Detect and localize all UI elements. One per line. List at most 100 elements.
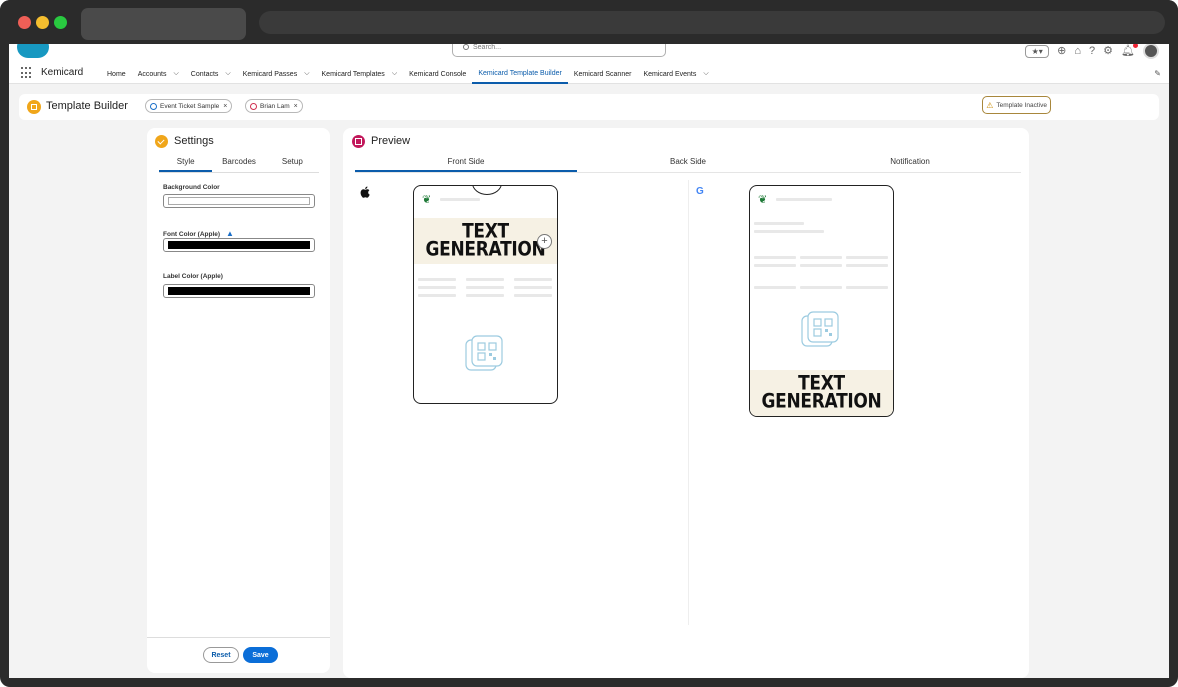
warning-icon: ⚠: [986, 100, 994, 110]
label-color-field[interactable]: [163, 284, 315, 298]
page-title: Template Builder: [46, 100, 128, 112]
settings-footer: Reset Save: [147, 637, 330, 673]
nav-item-label: Kemicard Template Builder: [478, 69, 562, 77]
nav-item-kemicard-template-builder[interactable]: Kemicard Template Builder: [472, 64, 568, 84]
label-color-label: Label Color (Apple): [163, 273, 223, 280]
settings-title: Settings: [174, 135, 214, 147]
browser-tab[interactable]: [81, 8, 246, 40]
placeholder-line: [846, 264, 888, 267]
add-icon[interactable]: ⊕: [1057, 45, 1066, 57]
nav-item-label: Kemicard Console: [409, 70, 467, 78]
nav-item-kemicard-passes[interactable]: Kemicard Passes ⌵: [237, 64, 316, 84]
background-color-swatch: [168, 197, 310, 205]
reset-button[interactable]: Reset: [203, 647, 239, 663]
nav-item-label: Kemicard Scanner: [573, 70, 632, 78]
tab-style[interactable]: Style: [159, 155, 213, 172]
placeholder-line: [754, 256, 796, 259]
font-color-warning-icon[interactable]: ▲: [226, 229, 234, 238]
qr-code-icon: [801, 311, 839, 347]
placeholder-line: [754, 286, 796, 289]
search-placeholder: Search...: [473, 44, 502, 51]
settings-icon[interactable]: ⚙: [1103, 45, 1113, 57]
search-icon: [463, 44, 469, 50]
avatar[interactable]: [1143, 44, 1159, 59]
edit-nav-icon[interactable]: ✎: [1154, 69, 1161, 78]
user-pill[interactable]: Brian Lam ×: [245, 99, 303, 113]
preview-divider: [688, 180, 689, 625]
close-window-button[interactable]: [18, 16, 31, 29]
nav-item-kemicard-templates[interactable]: Kemicard Templates ⌵: [316, 64, 404, 84]
template-pill[interactable]: Event Ticket Sample ×: [145, 99, 233, 113]
add-field-button[interactable]: +: [537, 234, 552, 249]
pass-notch: [472, 186, 502, 195]
save-button[interactable]: Save: [243, 647, 278, 663]
app-launcher-icon[interactable]: [21, 67, 33, 79]
nav-item-label: Kemicard Passes: [242, 70, 298, 78]
address-bar[interactable]: [259, 11, 1165, 34]
tab-notification[interactable]: Notification: [799, 155, 1021, 172]
remove-user-icon[interactable]: ×: [294, 103, 298, 110]
font-color-field[interactable]: [163, 238, 315, 252]
maximize-window-button[interactable]: [54, 16, 67, 29]
page-viewport: Search... ★▾ ⊕ ⌂ ? ⚙ 🔔︎ Kemicard Home Acc…: [9, 44, 1169, 678]
google-icon: G: [696, 186, 704, 197]
global-header: Search... ★▾ ⊕ ⌂ ? ⚙ 🔔︎ Kemicard Home Acc…: [9, 44, 1169, 84]
tab-barcodes[interactable]: Barcodes: [212, 155, 265, 172]
chevron-down-icon[interactable]: ⌵: [392, 70, 397, 78]
minimize-window-button[interactable]: [36, 16, 49, 29]
notifications-icon[interactable]: 🔔︎: [1121, 44, 1138, 57]
google-pass-preview: ❦ TEXT GENERATION: [749, 185, 894, 417]
leaf-logo-icon: ❦: [422, 194, 432, 206]
global-search-input[interactable]: Search...: [452, 44, 666, 57]
tab-back-side[interactable]: Back Side: [577, 155, 799, 172]
placeholder-line: [800, 256, 842, 259]
chevron-down-icon[interactable]: ⌵: [304, 70, 309, 78]
nav-items: Home Accounts ⌵ Contacts ⌵ Kemicard Passes ⌵ Ke…: [101, 64, 715, 84]
page-header: Template Builder Event Ticket Sample × B…: [19, 94, 1159, 120]
placeholder-line: [466, 286, 504, 289]
qr-code-icon: [465, 335, 503, 371]
placeholder-line: [440, 198, 480, 201]
nav-item-kemicard-events[interactable]: Kemicard Events ⌵: [637, 64, 714, 84]
preview-title: Preview: [371, 135, 411, 147]
template-builder-icon: [27, 100, 41, 114]
app-name: Kemicard: [41, 67, 84, 78]
nav-item-kemicard-scanner[interactable]: Kemicard Scanner: [568, 64, 638, 84]
nav-item-label: Kemicard Templates: [321, 70, 385, 78]
help-icon[interactable]: ?: [1089, 45, 1095, 57]
salesforce-logo[interactable]: [17, 44, 49, 58]
nav-item-kemicard-console[interactable]: Kemicard Console: [403, 64, 472, 84]
placeholder-line: [754, 230, 824, 233]
preview-icon: [352, 135, 365, 148]
status-badge: ⚠ Template Inactive: [982, 96, 1051, 114]
background-color-field[interactable]: [163, 194, 315, 208]
nav-item-contacts[interactable]: Contacts ⌵: [185, 64, 237, 84]
placeholder-line: [466, 278, 504, 281]
banner-text-line2: GENERATION: [761, 390, 882, 414]
font-color-swatch: [168, 241, 310, 249]
trailhead-icon[interactable]: ⌂: [1074, 45, 1081, 57]
favorites-icon[interactable]: ★▾: [1025, 44, 1050, 58]
nav-item-label: Accounts: [137, 70, 167, 78]
app-nav-bar: Kemicard Home Accounts ⌵ Contacts ⌵ Kemicard …: [9, 64, 1169, 84]
nav-item-accounts[interactable]: Accounts ⌵: [132, 64, 185, 84]
background-color-label: Background Color: [163, 184, 220, 191]
nav-item-home[interactable]: Home: [101, 64, 132, 84]
nav-item-label: Contacts: [190, 70, 219, 78]
chevron-down-icon[interactable]: ⌵: [173, 70, 178, 78]
pass-banner: TEXT GENERATION: [414, 218, 557, 264]
apple-icon: [360, 186, 370, 201]
remove-template-icon[interactable]: ×: [223, 103, 227, 110]
label-color-swatch: [168, 287, 310, 295]
placeholder-line: [800, 264, 842, 267]
preview-panel: Preview Front Side Back Side Notificatio…: [343, 128, 1029, 678]
tab-setup[interactable]: Setup: [266, 155, 319, 172]
tab-front-side[interactable]: Front Side: [355, 155, 577, 172]
header-icon-group: ★▾ ⊕ ⌂ ? ⚙ 🔔︎: [1025, 44, 1159, 59]
user-icon: [250, 102, 257, 110]
leaf-logo-icon: ❦: [758, 194, 768, 206]
placeholder-line: [418, 278, 456, 281]
nav-item-label: Home: [107, 70, 126, 78]
chevron-down-icon[interactable]: ⌵: [703, 70, 708, 78]
chevron-down-icon[interactable]: ⌵: [225, 70, 230, 78]
